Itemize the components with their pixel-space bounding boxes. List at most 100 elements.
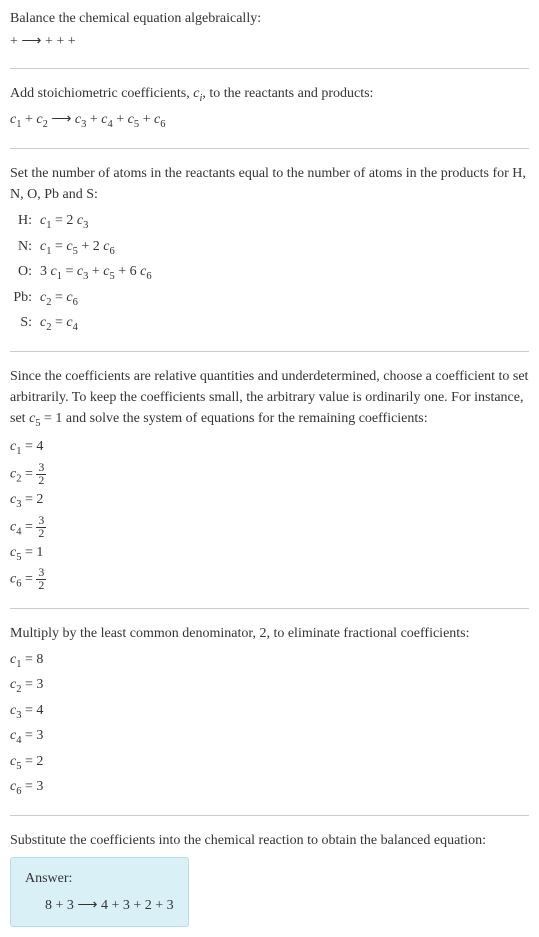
atom-row-o: O: 3 c1 = c3 + c5 + 6 c6 [10,260,529,286]
h-eq: = 2 [51,213,76,228]
atom-row-s: S: c2 = c4 [10,311,529,337]
coeff-val: 4 [36,703,43,718]
pb-rs: 6 [73,297,78,308]
o-pre: 3 [40,264,51,279]
coeff-frac: 32 [36,515,46,540]
coeff-row: c2 = 32 [10,461,529,488]
s-rs: 4 [73,322,78,333]
coeff-val: 2 [36,492,43,507]
coeff-val: 3 [36,779,43,794]
coeff-eq: = [21,545,36,560]
atom-row-h: H: c1 = 2 c3 [10,209,529,235]
coeff-eq: = [21,754,36,769]
h-rs: 3 [83,220,88,231]
coeff-frac: 32 [36,567,46,592]
stoich-title-p1: Add stoichiometric coefficients, [10,86,193,101]
atom-table: H: c1 = 2 c3 N: c1 = c5 + 2 c6 O: 3 c1 =… [10,209,529,337]
coeff-eq: = [21,652,36,667]
section-atoms: Set the number of atoms in the reactants… [10,163,529,337]
atom-row-pb: Pb: c2 = c6 [10,286,529,312]
coeff-val: 2 [36,754,43,769]
coeff-list-frac: c1 = 4c2 = 32c3 = 2c4 = 32c5 = 1c6 = 32 [10,435,529,593]
n-ex: + 2 [78,239,103,254]
atom-h-eq: c1 = 2 c3 [40,210,529,234]
divider [10,815,529,816]
coeff-row: c6 = 32 [10,566,529,593]
coeff-val: 4 [36,439,43,454]
plus4: + [139,112,154,127]
coeff-row: c3 = 4 [10,699,529,725]
coeff-row: c4 = 3 [10,724,529,750]
section-stoich: Add stoichiometric coefficients, ci, to … [10,83,529,134]
coeff-row: c1 = 8 [10,648,529,674]
atom-s-label: S: [10,312,40,336]
atom-h-label: H: [10,210,40,234]
frac-den: 2 [36,475,46,487]
atom-o-eq: 3 c1 = c3 + c5 + 6 c6 [40,261,529,285]
divider [10,68,529,69]
coeff-row: c2 = 3 [10,673,529,699]
o-ex2: + 6 [115,264,140,279]
frac-den: 2 [36,580,46,592]
coeff-eq: = [21,492,36,507]
stoich-title-p2: , to the reactants and products: [202,86,373,101]
atoms-title: Set the number of atoms in the reactants… [10,163,529,205]
coeff-eq: = [21,467,36,482]
solve-p2: = 1 and solve the system of equations fo… [41,411,428,426]
c6-s: 6 [160,118,165,129]
coeff-frac: 32 [36,462,46,487]
balance-eq: + ⟶ + + + [10,29,529,54]
stoich-title: Add stoichiometric coefficients, ci, to … [10,83,529,107]
coeff-val: 3 [36,728,43,743]
coeff-eq: = [21,703,36,718]
section-substitute: Substitute the coefficients into the che… [10,830,529,927]
atom-n-label: N: [10,236,40,260]
s-eq: = [51,315,66,330]
coeff-val: 8 [36,652,43,667]
coeff-eq: = [21,779,36,794]
solve-title: Since the coefficients are relative quan… [10,366,529,432]
coeff-eq: = [21,728,36,743]
answer-equation: 8 + 3 ⟶ 4 + 3 + 2 + 3 [25,898,174,913]
atom-o-label: O: [10,261,40,285]
plus2: + [86,112,101,127]
coeff-eq: = [21,572,36,587]
o-eq: = [62,264,77,279]
coeff-eq: = [21,519,36,534]
coeff-row: c6 = 3 [10,775,529,801]
substitute-title: Substitute the coefficients into the che… [10,830,529,851]
stoich-eq: c1 + c2 ⟶ c3 + c4 + c5 + c6 [10,107,529,135]
section-multiply: Multiply by the least common denominator… [10,623,529,801]
coeff-row: c3 = 2 [10,488,529,514]
divider [10,148,529,149]
frac-den: 2 [36,528,46,540]
section-balance-intro: Balance the chemical equation algebraica… [10,8,529,54]
balance-title: Balance the chemical equation algebraica… [10,8,529,29]
n-exs: 6 [109,245,114,256]
plus1: + [21,112,36,127]
coeff-row: c4 = 32 [10,514,529,541]
coeff-row: c1 = 4 [10,435,529,461]
atom-row-n: N: c1 = c5 + 2 c6 [10,235,529,261]
o-ex2s: 6 [146,271,151,282]
plus3: + [113,112,128,127]
answer-box: Answer: 8 + 3 ⟶ 4 + 3 + 2 + 3 [10,857,189,927]
coeff-val: 1 [36,545,43,560]
coeff-eq: = [21,677,36,692]
coeff-eq: = [21,439,36,454]
o-ex: + [88,264,103,279]
atom-pb-label: Pb: [10,287,40,311]
atom-pb-eq: c2 = c6 [40,287,529,311]
pb-eq: = [51,290,66,305]
coeff-val: 3 [36,677,43,692]
multiply-title: Multiply by the least common denominator… [10,623,529,644]
coeff-list-int: c1 = 8c2 = 3c3 = 4c4 = 3c5 = 2c6 = 3 [10,648,529,801]
divider [10,608,529,609]
arrow: ⟶ [48,112,75,127]
divider [10,351,529,352]
atom-n-eq: c1 = c5 + 2 c6 [40,236,529,260]
n-eq: = [51,239,66,254]
coeff-row: c5 = 2 [10,750,529,776]
atom-s-eq: c2 = c4 [40,312,529,336]
section-solve: Since the coefficients are relative quan… [10,366,529,594]
